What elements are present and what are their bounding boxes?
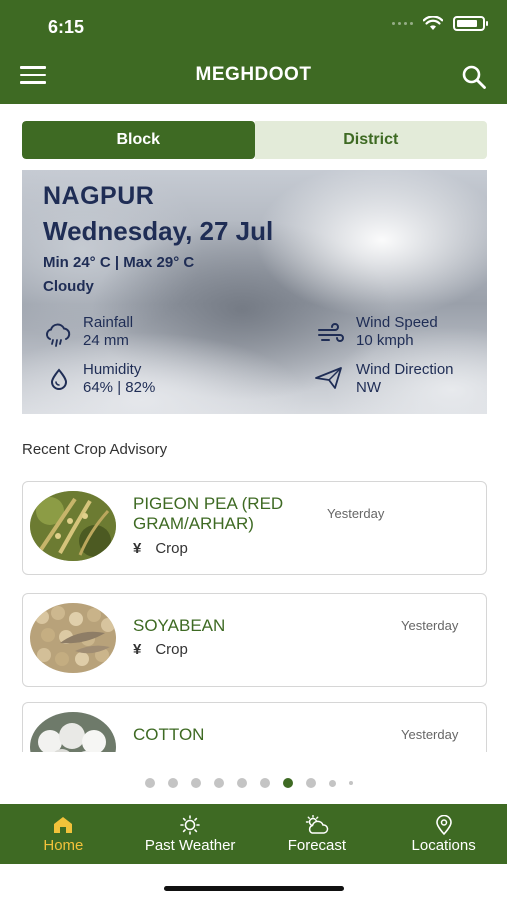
battery-icon (453, 16, 488, 31)
home-icon (54, 816, 73, 833)
level-toggle: Block District (22, 121, 487, 159)
page-dot[interactable] (191, 778, 201, 788)
crop-type-icon: ¥ (133, 641, 142, 658)
soyabean-image (30, 603, 116, 673)
page-dot[interactable] (214, 778, 224, 788)
nav-past-weather[interactable]: Past Weather (127, 804, 254, 864)
app-header: 6:15 MEGHDOOT (0, 0, 507, 104)
page-dot[interactable] (168, 778, 178, 788)
tab-block[interactable]: Block (22, 121, 255, 159)
wind-icon (318, 323, 344, 342)
nav-locations[interactable]: Locations (380, 804, 507, 864)
advisory-time: Yesterday (401, 618, 459, 633)
nav-forecast-label: Forecast (287, 836, 347, 854)
crop-type: ¥ Crop (133, 641, 188, 658)
crop-name: COTTON (133, 725, 205, 744)
advisory-time: Yesterday (401, 727, 459, 742)
page-dot[interactable] (145, 778, 155, 788)
min-max-temp: Min 24° C | Max 29° C (43, 254, 195, 271)
page-dot[interactable] (260, 778, 270, 788)
status-icons (392, 16, 488, 31)
rainfall-value: 24 mm (83, 332, 129, 349)
nav-home[interactable]: Home (0, 804, 127, 864)
app-title: MEGHDOOT (195, 64, 312, 85)
cloud-sun-icon (305, 814, 329, 834)
location-pin-icon (435, 814, 452, 835)
advisory-card[interactable]: PIGEON PEA (RED GRAM/ARHAR) Yesterday ¥ … (22, 481, 487, 575)
page-dot-active[interactable] (283, 778, 293, 788)
search-icon[interactable] (461, 64, 487, 90)
advisory-time: Yesterday (327, 506, 385, 521)
cotton-image (30, 712, 116, 752)
crop-name: PIGEON PEA (RED GRAM/ARHAR) (133, 494, 284, 533)
crop-type-label: Crop (155, 540, 188, 557)
humidity-label: Humidity (83, 361, 142, 378)
home-indicator[interactable] (164, 886, 344, 891)
crop-type: ¥ Crop (133, 540, 188, 557)
page-dot[interactable] (329, 779, 336, 787)
water-drop-icon (50, 368, 68, 390)
humidity-value: 64% | 82% (83, 379, 156, 396)
weather-date: Wednesday, 27 Jul (43, 216, 274, 246)
section-title: Recent Crop Advisory (22, 441, 168, 458)
city-name: NAGPUR (43, 182, 155, 210)
tab-district[interactable]: District (254, 121, 487, 159)
nav-home-label: Home (43, 836, 84, 854)
rainfall-stat: Rainfall 24 mm (83, 314, 133, 350)
page-dot[interactable] (237, 778, 247, 788)
crop-type-icon: ¥ (133, 540, 142, 557)
advisory-card[interactable]: COTTON Yesterday (22, 702, 487, 752)
nav-past-weather-label: Past Weather (144, 836, 236, 854)
page-dot[interactable] (306, 778, 316, 788)
wind-direction-stat: Wind Direction NW (356, 361, 454, 397)
humidity-stat: Humidity 64% | 82% (83, 361, 155, 397)
weather-card[interactable]: NAGPUR Wednesday, 27 Jul Min 24° C | Max… (22, 170, 487, 414)
sun-icon (180, 814, 200, 835)
wind-direction-value: NW (356, 379, 381, 396)
rainfall-label: Rainfall (83, 314, 134, 331)
nav-forecast[interactable]: Forecast (254, 804, 381, 864)
nav-locations-label: Locations (411, 836, 476, 854)
crop-type-label: Crop (155, 641, 188, 658)
status-time: 6:15 (48, 17, 85, 37)
wind-speed-stat: Wind Speed 10 kmph (356, 314, 438, 350)
crop-name: SOYABEAN (133, 616, 226, 635)
pigeon-pea-image (30, 491, 116, 561)
signal-dots-icon (392, 22, 413, 25)
page-indicator (145, 778, 353, 788)
wifi-icon (423, 16, 443, 30)
advisory-card[interactable]: SOYABEAN Yesterday ¥ Crop (22, 593, 487, 687)
wind-direction-label: Wind Direction (356, 361, 454, 378)
rain-cloud-icon (45, 323, 71, 347)
wind-speed-value: 10 kmph (356, 332, 414, 349)
wind-speed-label: Wind Speed (356, 314, 438, 331)
bottom-nav: Home Past Weather Forecast Locations (0, 804, 507, 864)
page-dot[interactable] (349, 781, 353, 785)
navigation-arrow-icon (315, 367, 342, 389)
weather-condition: Cloudy (43, 278, 94, 295)
